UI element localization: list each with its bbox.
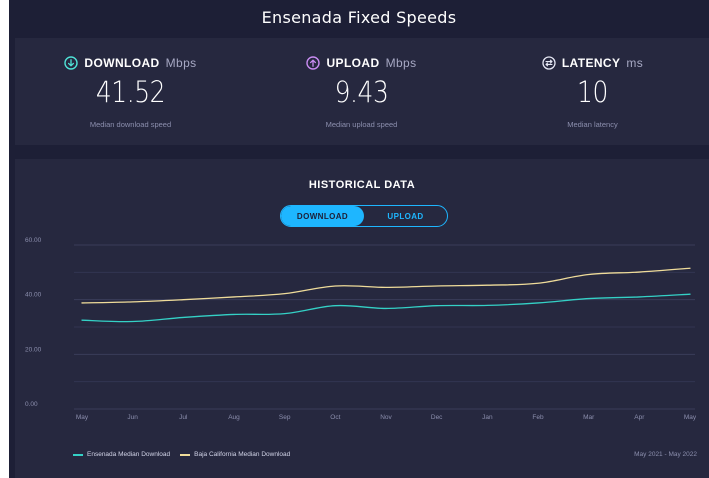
download-arrow-icon xyxy=(64,56,79,70)
y-tick-label: 40.00 xyxy=(25,292,42,299)
x-tick-label: May xyxy=(76,414,89,421)
upload-stat: UPLOAD Mbps 9.43 Median upload speed xyxy=(246,38,477,145)
upload-arrow-icon xyxy=(306,56,321,70)
x-tick-label: Apr xyxy=(634,414,645,421)
y-tick-label: 60.00 xyxy=(25,237,42,244)
latency-stat-unit: ms xyxy=(626,56,644,70)
y-tick-label: 20.00 xyxy=(25,346,42,353)
x-tick-label: Jun xyxy=(127,414,138,421)
summary-stats-panel: DOWNLOAD Mbps 41.52 Median download spee… xyxy=(15,38,709,145)
tab-upload[interactable]: UPLOAD xyxy=(364,206,447,226)
x-tick-label: Feb xyxy=(532,414,544,421)
x-tick-label: Jan xyxy=(482,414,493,421)
download-stat-label: DOWNLOAD xyxy=(84,56,160,70)
legend-swatch-baja-california xyxy=(180,453,191,456)
download-stat-caption: Median download speed xyxy=(89,120,172,129)
tab-download[interactable]: DOWNLOAD xyxy=(281,206,364,226)
page-title: Ensenada Fixed Speeds xyxy=(261,8,457,27)
speed-dashboard: Ensenada Fixed Speeds DOWNLOAD Mbps 41.5… xyxy=(9,0,709,478)
download-stat-header: DOWNLOAD Mbps xyxy=(15,56,246,70)
legend-item-ensenada[interactable]: Ensenada Median Download xyxy=(73,451,170,458)
latency-stat-label: LATENCY xyxy=(561,56,621,70)
legend-swatch-ensenada xyxy=(73,453,83,456)
latency-stat-value: 10 xyxy=(577,75,608,109)
download-stat: DOWNLOAD Mbps 41.52 Median download spee… xyxy=(15,38,246,145)
chart-legend: Ensenada Median Download Baja California… xyxy=(73,451,290,458)
x-tick-label: Nov xyxy=(380,414,392,421)
date-range-label: May 2021 - May 2022 xyxy=(634,451,697,458)
y-tick-label: 0.00 xyxy=(25,401,38,408)
metric-toggle: DOWNLOAD UPLOAD xyxy=(280,205,448,227)
upload-stat-label: UPLOAD xyxy=(326,56,380,70)
x-tick-label: Mar xyxy=(583,414,595,421)
x-tick-label: Sep xyxy=(279,414,291,421)
x-tick-label: May xyxy=(684,414,697,421)
legend-label-ensenada: Ensenada Median Download xyxy=(87,451,171,458)
upload-stat-value: 9.43 xyxy=(334,75,389,109)
latency-icon xyxy=(542,56,556,70)
series-line-ensenada xyxy=(81,293,691,323)
upload-stat-caption: Median upload speed xyxy=(325,120,398,129)
download-stat-unit: Mbps xyxy=(165,56,197,70)
latency-stat-header: LATENCY ms xyxy=(477,56,708,70)
historical-data-panel: 60.00 40.00 20.00 0.00 May Jun Jul Aug Sep Oct Nov… xyxy=(15,159,709,478)
legend-label-baja-california: Baja California Median Download xyxy=(194,451,291,458)
x-tick-label: Oct xyxy=(330,414,340,421)
latency-stat: LATENCY ms 10 Median latency xyxy=(477,38,708,145)
x-tick-label: Jul xyxy=(179,414,188,421)
upload-stat-unit: Mbps xyxy=(385,56,417,70)
legend-item-baja-california[interactable]: Baja California Median Download xyxy=(180,451,290,458)
upload-stat-header: UPLOAD Mbps xyxy=(246,56,477,70)
latency-stat-caption: Median latency xyxy=(567,120,618,129)
download-stat-value: 41.52 xyxy=(95,75,166,109)
x-tick-label: Dec xyxy=(431,414,443,421)
historical-data-title: HISTORICAL DATA xyxy=(308,179,416,191)
x-tick-label: Aug xyxy=(228,414,240,421)
